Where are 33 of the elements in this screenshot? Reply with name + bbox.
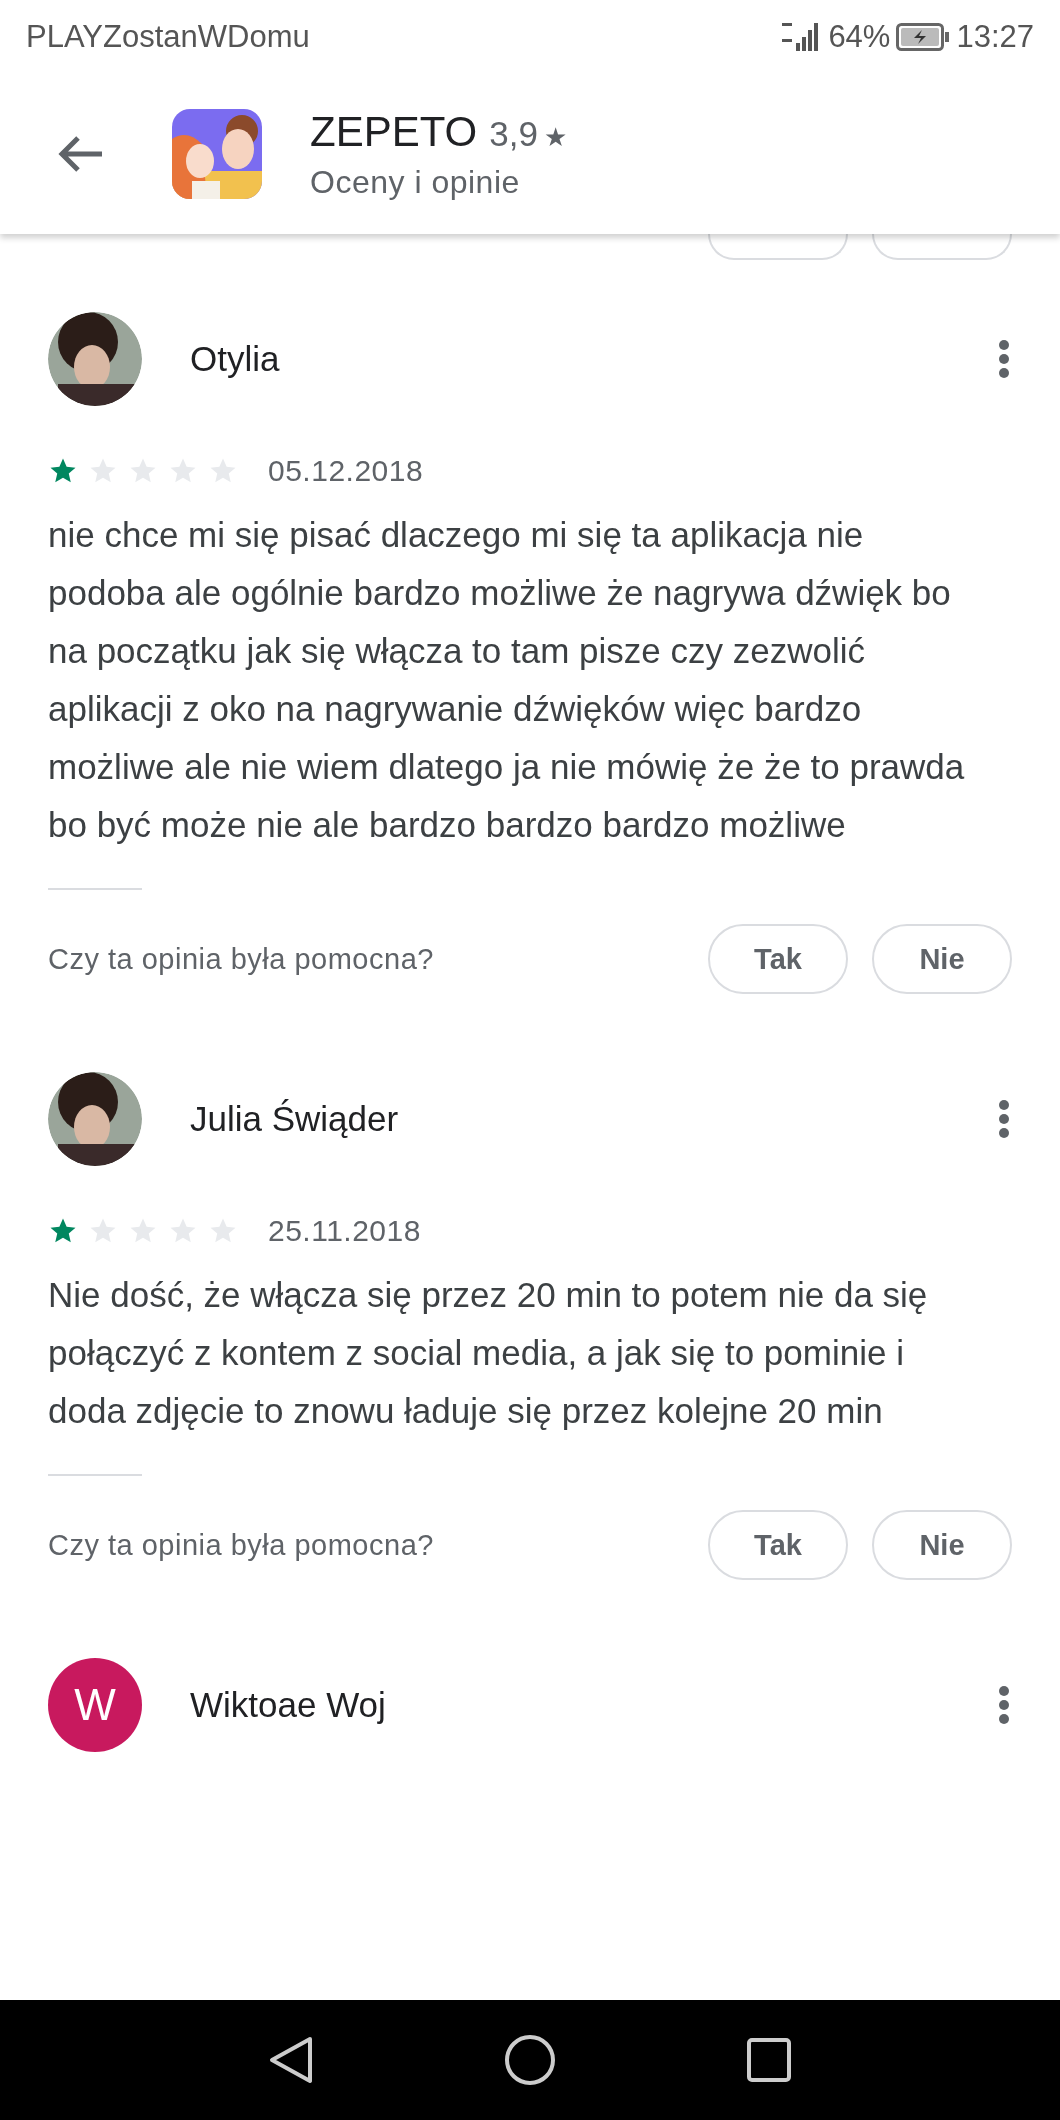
home-circle-icon[interactable] (504, 2034, 556, 2086)
rating-star-icon: ★ (543, 121, 567, 153)
review-date: 25.11.2018 (268, 1214, 421, 1248)
reviewer-name: Wiktoae Woj (190, 1685, 387, 1725)
back-triangle-icon[interactable] (268, 2035, 314, 2085)
helpful-question: Czy ta opinia była pomocna? (48, 1528, 434, 1562)
clock: 13:27 (956, 19, 1034, 55)
battery-icon (896, 23, 951, 51)
more-vertical-icon (998, 1099, 1010, 1139)
battery-percent: 64% (828, 19, 891, 55)
review-text: nie chce mi się pisać dlaczego mi się ta aplikacja nie podoba ale ogólnie bardzo możliwe że nagrywa dźwięk bo na początku jak się włącza to tam pisze czy zezwolić aplikacji z oko na nagrywanie dźwięków więc bardzo możliwe ale nie wiem dlatego ja nie mówię że że to prawda bo być może nie ale bardzo bardzo bardzo możliwe (48, 514, 966, 846)
recents-square-icon[interactable] (746, 2037, 792, 2083)
page-subtitle: Oceny i opinie (310, 163, 521, 201)
reviewer-name: Otylia (190, 339, 281, 379)
more-options-button[interactable] (996, 339, 1012, 379)
more-vertical-icon (998, 339, 1010, 379)
carrier-name: PLAYZostanWDomu (26, 19, 310, 55)
reviewer-name: Julia Świąder (190, 1099, 400, 1139)
app-icon[interactable] (172, 109, 262, 199)
more-vertical-icon (998, 1685, 1010, 1725)
app-rating: 3,9 (489, 113, 538, 154)
review-text: Nie dość, że włącza się przez 20 min to potem nie da się połączyć z kontem z social media, a jak się to pominie i doda zdjęcie to znowu ładuje się przez kolejne 20 min (48, 1274, 929, 1432)
no-button[interactable]: Nie (872, 1510, 1012, 1580)
app-name: ZEPETO (310, 107, 478, 156)
yes-button[interactable]: Tak (708, 924, 848, 994)
no-button[interactable]: Nie (872, 924, 1012, 994)
yes-button[interactable]: Tak (708, 1510, 848, 1580)
more-options-button[interactable] (996, 1099, 1012, 1139)
more-options-button[interactable] (996, 1685, 1012, 1725)
helpful-question: Czy ta opinia była pomocna? (48, 942, 434, 976)
avatar-initial: W (48, 1658, 142, 1752)
back-arrow-icon (56, 134, 104, 174)
review-date: 05.12.2018 (268, 454, 424, 488)
